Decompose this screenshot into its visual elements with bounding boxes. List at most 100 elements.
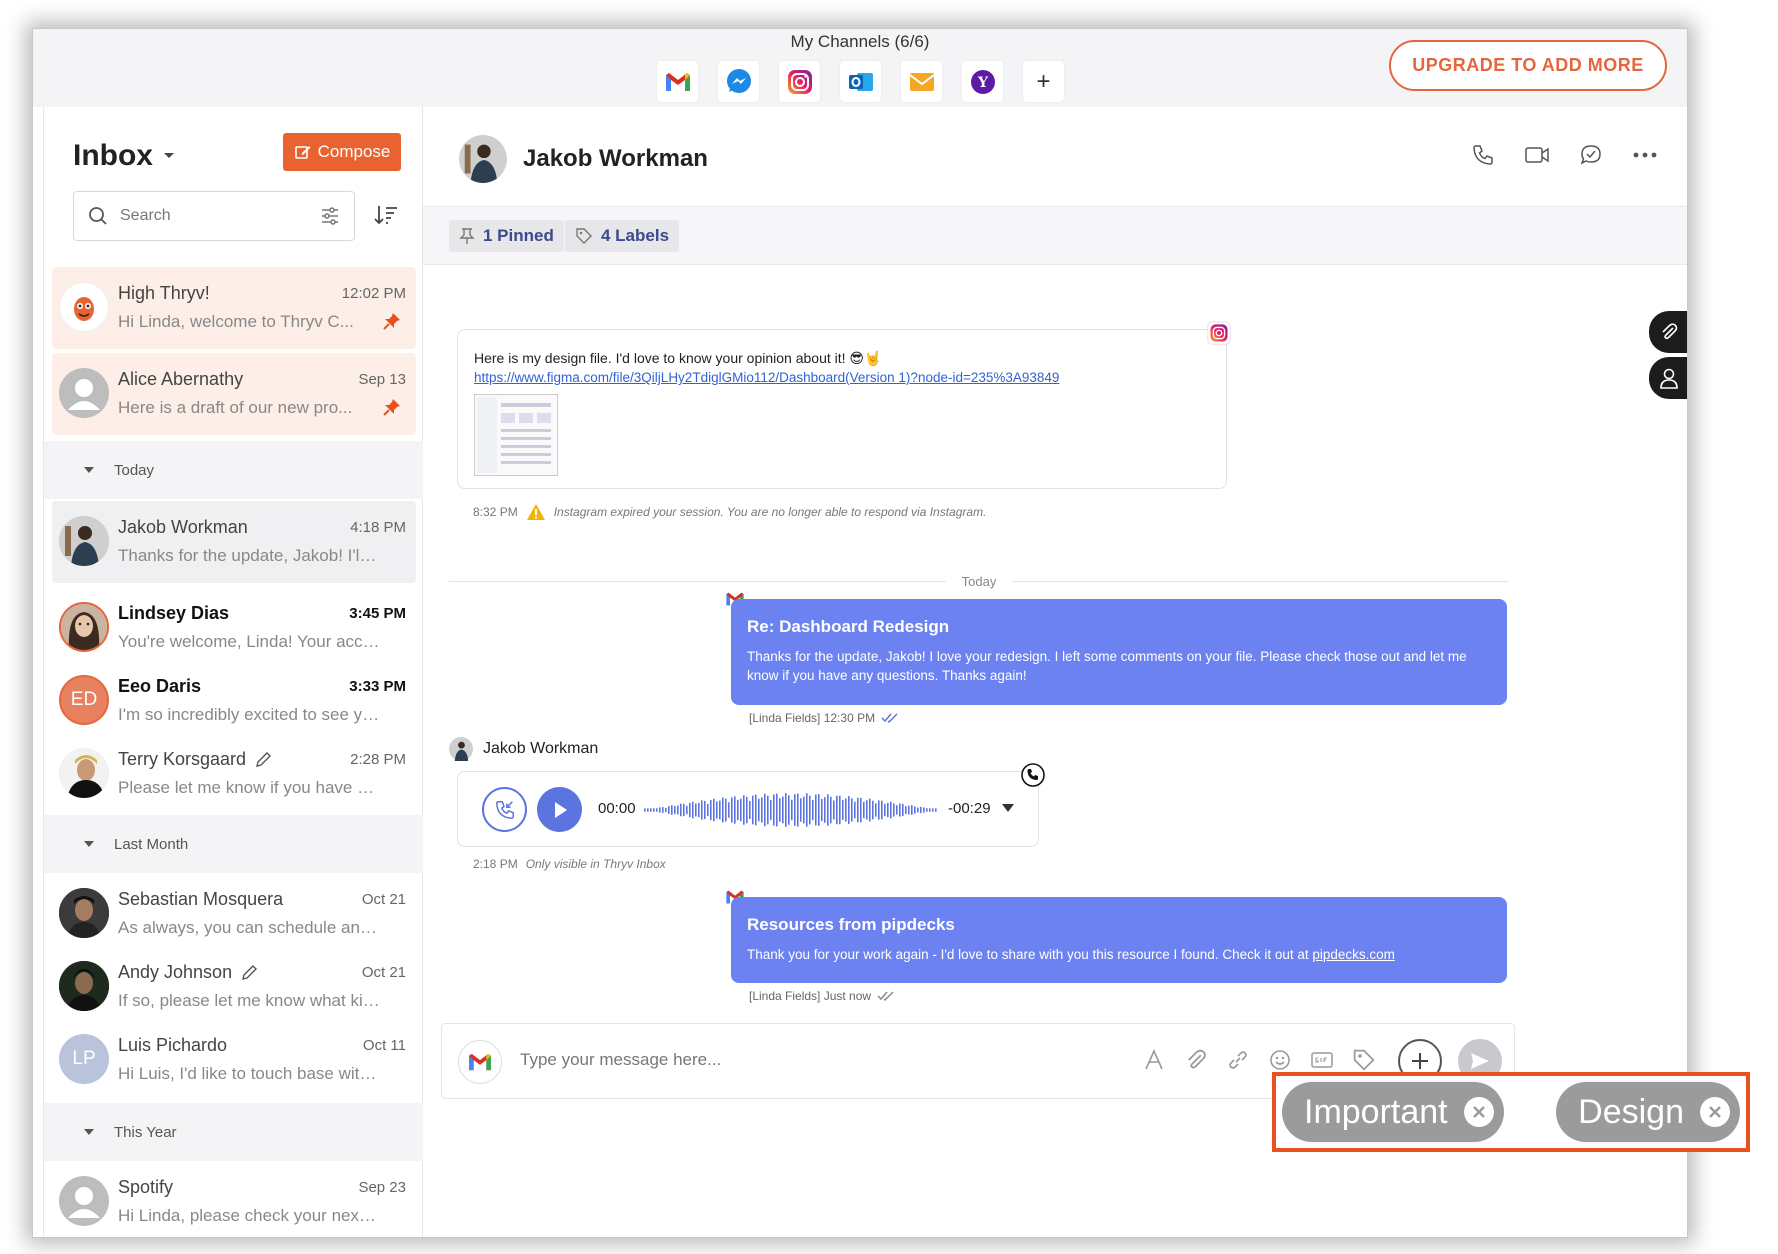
- label-chip-design[interactable]: Design: [1556, 1082, 1740, 1142]
- waveform-bar: [803, 796, 805, 824]
- waveform-bar: [695, 803, 697, 817]
- channel-selector[interactable]: [458, 1040, 502, 1084]
- waveform-bar: [725, 798, 727, 822]
- labels-chip[interactable]: 4 Labels: [565, 220, 680, 252]
- attachments-tab[interactable]: [1649, 311, 1687, 353]
- tag-icon: [576, 228, 592, 244]
- conversation-time: 3:33 PM: [349, 678, 406, 695]
- waveform-bar: [890, 801, 892, 819]
- link-icon[interactable]: [1224, 1046, 1252, 1074]
- section-today[interactable]: Today: [44, 441, 424, 499]
- avatar[interactable]: [459, 135, 507, 183]
- waveform-bar: [776, 793, 778, 827]
- compose-button[interactable]: Compose: [283, 133, 401, 171]
- conversation-item[interactable]: Spotify Sep 23 Hi Linda, please check yo…: [52, 1161, 416, 1237]
- email-message: Re: Dashboard Redesign Thanks for the up…: [731, 599, 1507, 705]
- conversation-item[interactable]: Sebastian Mosquera Oct 21 As always, you…: [52, 873, 416, 955]
- gif-icon[interactable]: [1308, 1046, 1336, 1074]
- messenger-icon[interactable]: [718, 61, 759, 102]
- waveform-bar: [842, 800, 844, 820]
- phone-icon[interactable]: [1469, 141, 1497, 169]
- contact-header: Jakob Workman: [423, 107, 1687, 207]
- pin-icon[interactable]: [382, 397, 402, 417]
- conversation-item[interactable]: Jakob Workman 4:18 PM Thanks for the upd…: [52, 501, 416, 583]
- date-divider-label: Today: [961, 573, 997, 589]
- chat-icon[interactable]: [1577, 141, 1605, 169]
- pin-icon[interactable]: [382, 311, 402, 331]
- remove-label-button[interactable]: [1700, 1097, 1730, 1127]
- waveform-bar: [653, 808, 655, 812]
- conversation-name: Eeo Daris: [118, 676, 202, 696]
- yahoo-icon[interactable]: Y: [962, 61, 1003, 102]
- email-link[interactable]: pipdecks.com: [1312, 947, 1395, 962]
- section-last-month[interactable]: Last Month: [44, 815, 424, 873]
- text-format-icon[interactable]: [1140, 1046, 1168, 1074]
- conversation-preview: Please let me know if you have any ...: [118, 778, 380, 797]
- conversation-item[interactable]: ED Eeo Daris 3:33 PM I'm so incredibly e…: [52, 660, 416, 742]
- waveform-bar: [716, 801, 718, 819]
- conversation-item[interactable]: LP Luis Pichardo Oct 11 Hi Luis, I'd lik…: [52, 1019, 416, 1101]
- email-icon[interactable]: [901, 61, 942, 102]
- avatar: [59, 602, 109, 652]
- pinned-chip[interactable]: 1 Pinned: [449, 220, 564, 252]
- more-icon[interactable]: [1631, 141, 1659, 169]
- conversation-item[interactable]: Andy Johnson Oct 21 If so, please let me…: [52, 946, 416, 1028]
- waveform-bar: [698, 802, 700, 818]
- send-icon: [1471, 1053, 1489, 1069]
- waveform-bar: [914, 806, 916, 814]
- message-link[interactable]: https://www.figma.com/file/3QiljLHy2Tdig…: [474, 370, 1059, 385]
- waveform-bar: [752, 795, 754, 825]
- waveform[interactable]: [644, 792, 938, 828]
- gmail-icon[interactable]: [657, 61, 698, 102]
- waveform-bar: [893, 803, 895, 817]
- call-back-button[interactable]: [482, 787, 527, 832]
- remove-label-button[interactable]: [1463, 1097, 1494, 1127]
- video-icon[interactable]: [1523, 141, 1551, 169]
- inbox-dropdown[interactable]: Inbox: [73, 139, 175, 173]
- play-button[interactable]: [537, 787, 582, 832]
- waveform-bar: [701, 800, 703, 820]
- label-chip-important[interactable]: Important: [1282, 1082, 1504, 1142]
- conversation-time: 2:28 PM: [350, 751, 406, 768]
- sort-button[interactable]: [370, 199, 402, 231]
- message-text: Here is my design file. I'd love to know…: [474, 350, 882, 366]
- sender-label: Jakob Workman: [449, 737, 598, 761]
- upgrade-button[interactable]: UPGRADE TO ADD MORE: [1389, 40, 1667, 91]
- filter-icon[interactable]: [320, 206, 340, 226]
- conversation-item[interactable]: High Thryv! 12:02 PM Hi Linda, welcome t…: [52, 267, 416, 349]
- conversation-item[interactable]: Terry Korsgaard 2:28 PM Please let me kn…: [52, 733, 416, 815]
- waveform-bar: [692, 801, 694, 819]
- caret-down-icon[interactable]: [1002, 804, 1014, 812]
- conversation-item[interactable]: Lindsey Dias 3:45 PM You're welcome, Lin…: [52, 587, 416, 669]
- avatar: [59, 516, 109, 566]
- contact-tab[interactable]: [1649, 357, 1687, 399]
- waveform-bar: [647, 808, 649, 812]
- conversation-name: Sebastian Mosquera: [118, 889, 284, 909]
- waveform-bar: [923, 807, 925, 813]
- add-channel-icon[interactable]: +: [1023, 61, 1064, 102]
- message-meta: 8:32 PM Instagram expired your session. …: [473, 503, 986, 521]
- email-subject: Re: Dashboard Redesign: [747, 617, 950, 636]
- attachment-thumbnail[interactable]: [474, 394, 558, 476]
- outlook-icon[interactable]: [840, 61, 881, 102]
- conversation-name: Lindsey Dias: [118, 603, 230, 623]
- label-text: Important: [1304, 1092, 1448, 1131]
- section-this-year[interactable]: This Year: [44, 1103, 424, 1161]
- waveform-bar: [911, 805, 913, 815]
- waveform-bar: [650, 808, 652, 812]
- search-input[interactable]: Search: [73, 191, 355, 241]
- message-input[interactable]: Type your message here...: [520, 1050, 721, 1070]
- waveform-bar: [722, 797, 724, 823]
- tag-icon[interactable]: [1350, 1046, 1378, 1074]
- session-warning: Instagram expired your session. You are …: [553, 505, 987, 519]
- waveform-bar: [881, 800, 883, 820]
- email-message: Resources from pipdecks Thank you for yo…: [731, 897, 1507, 983]
- emoji-icon[interactable]: [1266, 1046, 1294, 1074]
- instagram-icon[interactable]: [779, 61, 820, 102]
- conversation-item[interactable]: Alice Abernathy Sep 13 Here is a draft o…: [52, 353, 416, 435]
- paperclip-icon[interactable]: [1182, 1046, 1210, 1074]
- conversation-preview: Hi Luis, I'd like to touch base with y..…: [118, 1064, 380, 1083]
- waveform-bar: [662, 807, 664, 813]
- voice-message: 00:00 -00:29: [457, 771, 1039, 847]
- avatar-initials: ED: [70, 689, 98, 710]
